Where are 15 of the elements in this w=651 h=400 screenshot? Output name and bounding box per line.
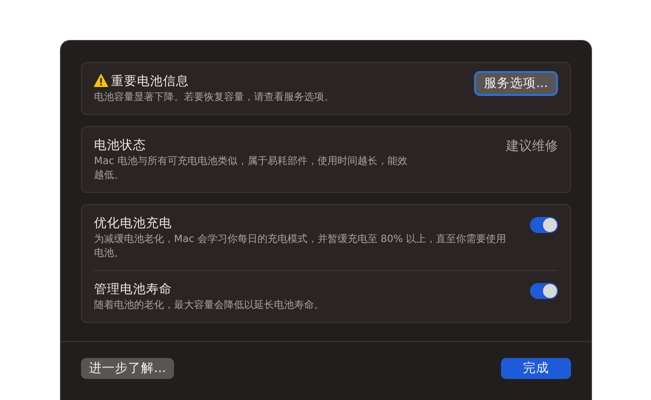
setting-description: 随着电池的老化，最大容量会降低以延长电池寿命。 (94, 299, 325, 313)
alert-title: 重要电池信息 (111, 73, 189, 88)
toggle-switch[interactable] (530, 283, 558, 299)
status-value: 建议维修 (506, 138, 558, 155)
setting-title: 优化电池充电 (94, 215, 173, 230)
done-button[interactable]: 完成 (501, 358, 571, 379)
learn-more-button[interactable]: 进一步了解... (81, 358, 174, 379)
setting-description: 为减缓电池老化，Mac 会学习你每日的充电模式，并暂缓充电至 80% 以上，直至你需要使用电池。 (94, 233, 508, 261)
status-title: 电池状态 (94, 137, 147, 152)
alert-description: 电池容量显著下降。若要恢复容量，请查看服务选项。 (94, 91, 335, 105)
setting-title: 管理电池寿命 (94, 281, 173, 296)
status-description: Mac 电池与所有可充电电池类似，属于易耗部件，使用时间越长，能效越低。 (94, 155, 408, 183)
toggle-switch[interactable] (530, 217, 558, 233)
warning-icon (94, 74, 108, 87)
service-options-button[interactable]: 服务选项... (474, 71, 558, 96)
